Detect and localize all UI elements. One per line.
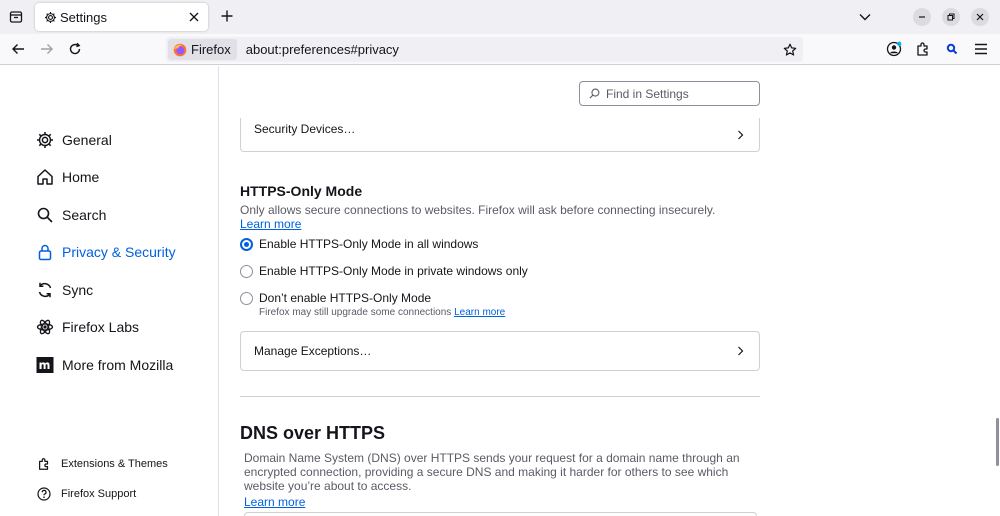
sidebar-item-firefox-labs[interactable]: Firefox Labs xyxy=(36,315,139,339)
https-only-heading: HTTPS-Only Mode xyxy=(240,183,363,199)
url-text[interactable]: about:preferences#privacy xyxy=(246,42,782,57)
bookmark-star-icon[interactable] xyxy=(782,42,798,58)
gear-icon xyxy=(36,131,54,149)
sidebar-item-label: Privacy & Security xyxy=(62,244,176,260)
radio-label: Don’t enable HTTPS-Only Mode xyxy=(259,291,432,305)
sidebar-item-search[interactable]: Search xyxy=(36,203,106,227)
firefox-support-link[interactable]: Firefox Support xyxy=(37,485,136,503)
chevron-right-icon xyxy=(734,345,746,357)
search-extension-icon[interactable] xyxy=(943,40,961,58)
puzzle-icon xyxy=(37,457,51,471)
https-upgrade-note-text: Firefox may still upgrade some connectio… xyxy=(259,307,452,318)
firefox-logo-icon xyxy=(173,43,187,57)
identity-box[interactable]: Firefox xyxy=(168,39,237,60)
sidebar-item-label: More from Mozilla xyxy=(62,357,174,373)
reload-icon[interactable] xyxy=(66,40,84,58)
radio-button[interactable] xyxy=(240,237,253,251)
gear-icon xyxy=(43,10,57,24)
dns-over-https-description: Domain Name System (DNS) over HTTPS send… xyxy=(244,451,740,493)
radio-https-all-windows[interactable]: Enable HTTPS-Only Mode in all windows xyxy=(240,237,478,251)
sidebar-item-general[interactable]: General xyxy=(36,128,112,152)
sidebar-item-home[interactable]: Home xyxy=(36,165,99,189)
menu-hamburger-icon[interactable] xyxy=(972,40,990,58)
search-icon xyxy=(36,206,54,224)
tab-title: Settings xyxy=(60,9,107,25)
https-upgrade-note: Firefox may still upgrade some connectio… xyxy=(259,307,505,318)
dns-options-box xyxy=(244,512,757,516)
sidebar-item-label: Firefox Labs xyxy=(62,319,140,335)
navigation-toolbar: Firefox about:preferences#privacy xyxy=(0,34,1000,65)
tab-settings[interactable]: Settings xyxy=(35,3,208,31)
extensions-themes-label: Extensions & Themes xyxy=(61,458,168,470)
manage-exceptions-button[interactable]: Manage Exceptions… xyxy=(240,331,760,371)
security-devices-button[interactable]: Security Devices… xyxy=(240,118,760,152)
scrollbar-thumb[interactable] xyxy=(996,418,999,466)
extensions-themes-link[interactable]: Extensions & Themes xyxy=(37,455,168,473)
extensions-puzzle-icon[interactable] xyxy=(914,40,932,58)
radio-button[interactable] xyxy=(240,264,253,278)
labs-atom-icon xyxy=(36,318,54,336)
radio-label: Enable HTTPS-Only Mode in all windows xyxy=(259,237,479,251)
sidebar-item-sync[interactable]: Sync xyxy=(36,278,93,302)
lock-icon xyxy=(36,243,54,261)
tab-strip: Settings xyxy=(0,0,1000,34)
restore-icon[interactable] xyxy=(942,8,960,26)
close-tab-icon[interactable] xyxy=(186,9,202,25)
sidebar-item-label: Home xyxy=(62,169,100,185)
https-only-learn-more-link[interactable]: Learn more xyxy=(240,217,301,231)
firefox-support-label: Firefox Support xyxy=(61,488,137,500)
minimize-icon[interactable] xyxy=(913,8,931,26)
forward-arrow-icon[interactable] xyxy=(38,40,56,58)
sidebar-item-more-from-mozilla[interactable]: More from Mozilla xyxy=(36,353,173,377)
firefox-view-icon[interactable] xyxy=(6,7,26,27)
dns-learn-more-link[interactable]: Learn more xyxy=(244,495,305,509)
mozilla-m-icon xyxy=(36,356,54,374)
radio-https-private-only[interactable]: Enable HTTPS-Only Mode in private window… xyxy=(240,264,528,278)
section-divider xyxy=(240,396,760,397)
chevron-down-icon[interactable] xyxy=(855,7,875,27)
dns-over-https-heading: DNS over HTTPS xyxy=(240,423,386,443)
security-devices-label: Security Devices… xyxy=(254,122,356,136)
search-icon xyxy=(588,88,600,100)
help-question-icon xyxy=(37,487,51,501)
url-bar[interactable]: Firefox about:preferences#privacy xyxy=(166,37,803,62)
back-arrow-icon[interactable] xyxy=(9,40,27,58)
settings-main: Security Devices… HTTPS-Only Mode Only a… xyxy=(220,66,1000,516)
radio-button[interactable] xyxy=(240,291,253,305)
radio-https-disabled[interactable]: Don’t enable HTTPS-Only Mode xyxy=(240,291,431,305)
identity-label: Firefox xyxy=(191,42,231,57)
https-upgrade-learn-more-link[interactable]: Learn more xyxy=(454,307,505,318)
account-icon[interactable] xyxy=(885,40,903,58)
sidebar-item-label: General xyxy=(62,132,112,148)
chevron-right-icon xyxy=(734,129,746,141)
close-window-icon[interactable] xyxy=(971,8,989,26)
manage-exceptions-label: Manage Exceptions… xyxy=(254,344,372,358)
sidebar-item-privacy-security[interactable]: Privacy & Security xyxy=(36,240,176,264)
radio-label: Enable HTTPS-Only Mode in private window… xyxy=(259,264,528,278)
new-tab-plus-icon[interactable] xyxy=(218,7,236,25)
sidebar-item-label: Search xyxy=(62,207,107,223)
find-in-settings[interactable] xyxy=(579,81,760,106)
settings-sidebar: General Home Search Privacy & Security S… xyxy=(0,66,219,516)
sidebar-item-label: Sync xyxy=(62,282,94,298)
find-in-settings-input[interactable] xyxy=(606,86,756,101)
home-icon xyxy=(36,168,54,186)
https-only-description: Only allows secure connections to websit… xyxy=(240,203,716,217)
sync-icon xyxy=(36,281,54,299)
